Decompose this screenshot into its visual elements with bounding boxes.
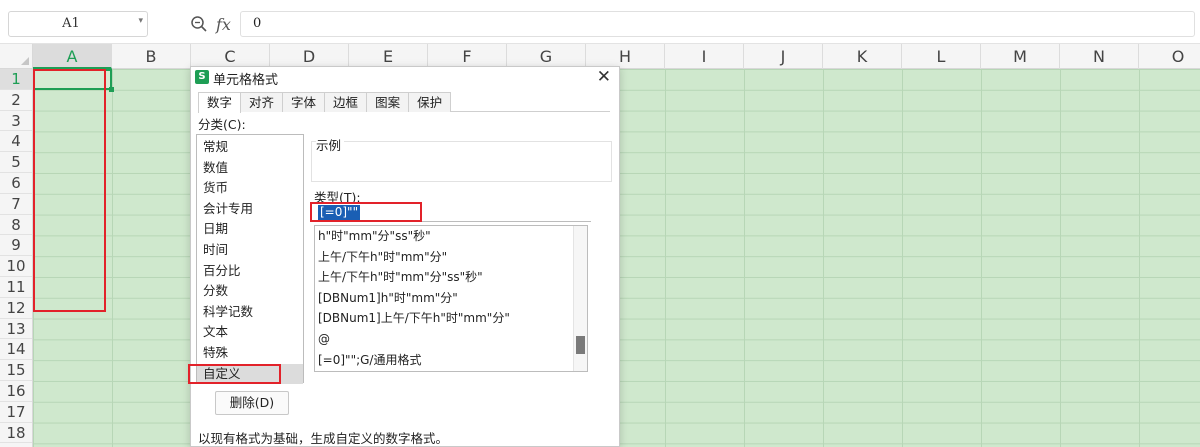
close-icon[interactable]: ✕ bbox=[597, 67, 611, 87]
row-header-4[interactable]: 4 bbox=[0, 131, 32, 153]
annotation-box-type-input bbox=[310, 202, 422, 222]
row-header-17[interactable]: 17 bbox=[0, 402, 32, 423]
format-list[interactable]: h"时"mm"分"ss"秒" 上午/下午h"时"mm"分" 上午/下午h"时"mm"… bbox=[314, 225, 588, 372]
formula-bar: A1 ▾ fx 0 bbox=[0, 0, 1200, 44]
row-header-5[interactable]: 5 bbox=[0, 152, 32, 173]
column-header-j[interactable]: J bbox=[744, 44, 823, 69]
formula-input[interactable]: 0 bbox=[240, 11, 1195, 37]
row-header-1[interactable]: 1 bbox=[0, 69, 32, 90]
column-header-a[interactable]: A bbox=[33, 44, 112, 69]
row-header-12[interactable]: 12 bbox=[0, 298, 32, 319]
category-item[interactable]: 科学记数 bbox=[197, 302, 303, 323]
column-header-k[interactable]: K bbox=[823, 44, 902, 69]
format-item[interactable]: 上午/下午h"时"mm"分"ss"秒" bbox=[315, 267, 587, 288]
tab-5[interactable]: 保护 bbox=[408, 92, 452, 112]
delete-button[interactable]: 删除(D) bbox=[215, 391, 289, 415]
scroll-thumb[interactable] bbox=[576, 336, 585, 354]
category-item[interactable]: 会计专用 bbox=[197, 199, 303, 220]
format-item[interactable]: [DBNum1]h"时"mm"分" bbox=[315, 288, 587, 309]
sample-label: 示例 bbox=[316, 135, 345, 154]
column-header-l[interactable]: L bbox=[902, 44, 981, 69]
row-header-3[interactable]: 3 bbox=[0, 111, 32, 132]
app-logo-icon: S bbox=[195, 70, 209, 84]
category-item[interactable]: 分数 bbox=[197, 281, 303, 302]
row-header-11[interactable]: 11 bbox=[0, 277, 32, 298]
row-header-14[interactable]: 14 bbox=[0, 339, 32, 361]
tab-1[interactable]: 对齐 bbox=[240, 92, 284, 112]
category-label: 分类(C): bbox=[198, 117, 246, 132]
hint-text: 以现有格式为基础，生成自定义的数字格式。 bbox=[198, 431, 449, 446]
tab-3[interactable]: 边框 bbox=[324, 92, 368, 112]
row-header-6[interactable]: 6 bbox=[0, 173, 32, 194]
category-item[interactable]: 常规 bbox=[197, 137, 303, 158]
format-item[interactable]: h"时"mm"分"ss"秒" bbox=[315, 226, 587, 247]
category-list[interactable]: 常规 数值 货币 会计专用 日期 时间 百分比 分数 科学记数 文本 特殊 自定义 bbox=[196, 134, 304, 385]
annotation-box-custom-category bbox=[188, 364, 281, 384]
row-header-10[interactable]: 10 bbox=[0, 256, 32, 277]
row-header-13[interactable]: 13 bbox=[0, 319, 32, 340]
column-header-n[interactable]: N bbox=[1060, 44, 1139, 69]
column-header-o[interactable]: O bbox=[1139, 44, 1200, 69]
column-header-m[interactable]: M bbox=[981, 44, 1060, 69]
tab-4[interactable]: 图案 bbox=[366, 92, 410, 112]
select-all-corner[interactable] bbox=[0, 44, 33, 69]
category-item[interactable]: 百分比 bbox=[197, 261, 303, 282]
fx-icon[interactable]: fx bbox=[216, 15, 231, 34]
chevron-down-icon[interactable]: ▾ bbox=[138, 16, 143, 26]
row-header-2[interactable]: 2 bbox=[0, 90, 32, 111]
column-header-i[interactable]: I bbox=[665, 44, 744, 69]
format-item[interactable]: @ bbox=[315, 329, 587, 350]
annotation-box-column-a bbox=[33, 69, 106, 312]
row-header-8[interactable]: 8 bbox=[0, 215, 32, 236]
category-item[interactable]: 日期 bbox=[197, 219, 303, 240]
formula-value: 0 bbox=[253, 16, 262, 31]
row-headers: 1 2 3 4 5 6 7 8 9 10 11 12 13 14 15 16 17 18 bbox=[0, 69, 33, 447]
dialog-title-bar: S 单元格格式 ✕ bbox=[191, 67, 619, 89]
sample-box bbox=[311, 141, 612, 182]
zoom-icon[interactable] bbox=[190, 15, 208, 33]
formula-icons: fx bbox=[190, 12, 231, 36]
row-header-16[interactable]: 16 bbox=[0, 381, 32, 402]
row-header-9[interactable]: 9 bbox=[0, 235, 32, 257]
category-item[interactable]: 文本 bbox=[197, 322, 303, 343]
name-box-value: A1 bbox=[62, 16, 80, 31]
format-cells-dialog: S 单元格格式 ✕ 数字 对齐 字体 边框 图案 保护 分类(C): 常规 数值 货币 会计专用… bbox=[190, 66, 620, 447]
row-header-18[interactable]: 18 bbox=[0, 423, 32, 444]
category-item[interactable]: 特殊 bbox=[197, 343, 303, 364]
row-header-7[interactable]: 7 bbox=[0, 194, 32, 215]
format-item[interactable]: [=0]"";G/通用格式 bbox=[315, 350, 587, 371]
format-item[interactable]: 上午/下午h"时"mm"分" bbox=[315, 247, 587, 268]
dialog-title: 单元格格式 bbox=[213, 73, 279, 88]
name-box[interactable]: A1 ▾ bbox=[8, 11, 148, 37]
dialog-tabs: 数字 对齐 字体 边框 图案 保护 bbox=[198, 92, 610, 113]
row-header-15[interactable]: 15 bbox=[0, 360, 32, 381]
tab-2[interactable]: 字体 bbox=[282, 92, 326, 112]
tab-0[interactable]: 数字 bbox=[198, 92, 242, 113]
category-item[interactable]: 数值 bbox=[197, 158, 303, 179]
category-item[interactable]: 时间 bbox=[197, 240, 303, 261]
format-item[interactable]: [DBNum1]上午/下午h"时"mm"分" bbox=[315, 308, 587, 329]
column-header-b[interactable]: B bbox=[112, 44, 191, 69]
format-list-scrollbar[interactable] bbox=[573, 226, 587, 371]
category-item[interactable]: 货币 bbox=[197, 178, 303, 199]
